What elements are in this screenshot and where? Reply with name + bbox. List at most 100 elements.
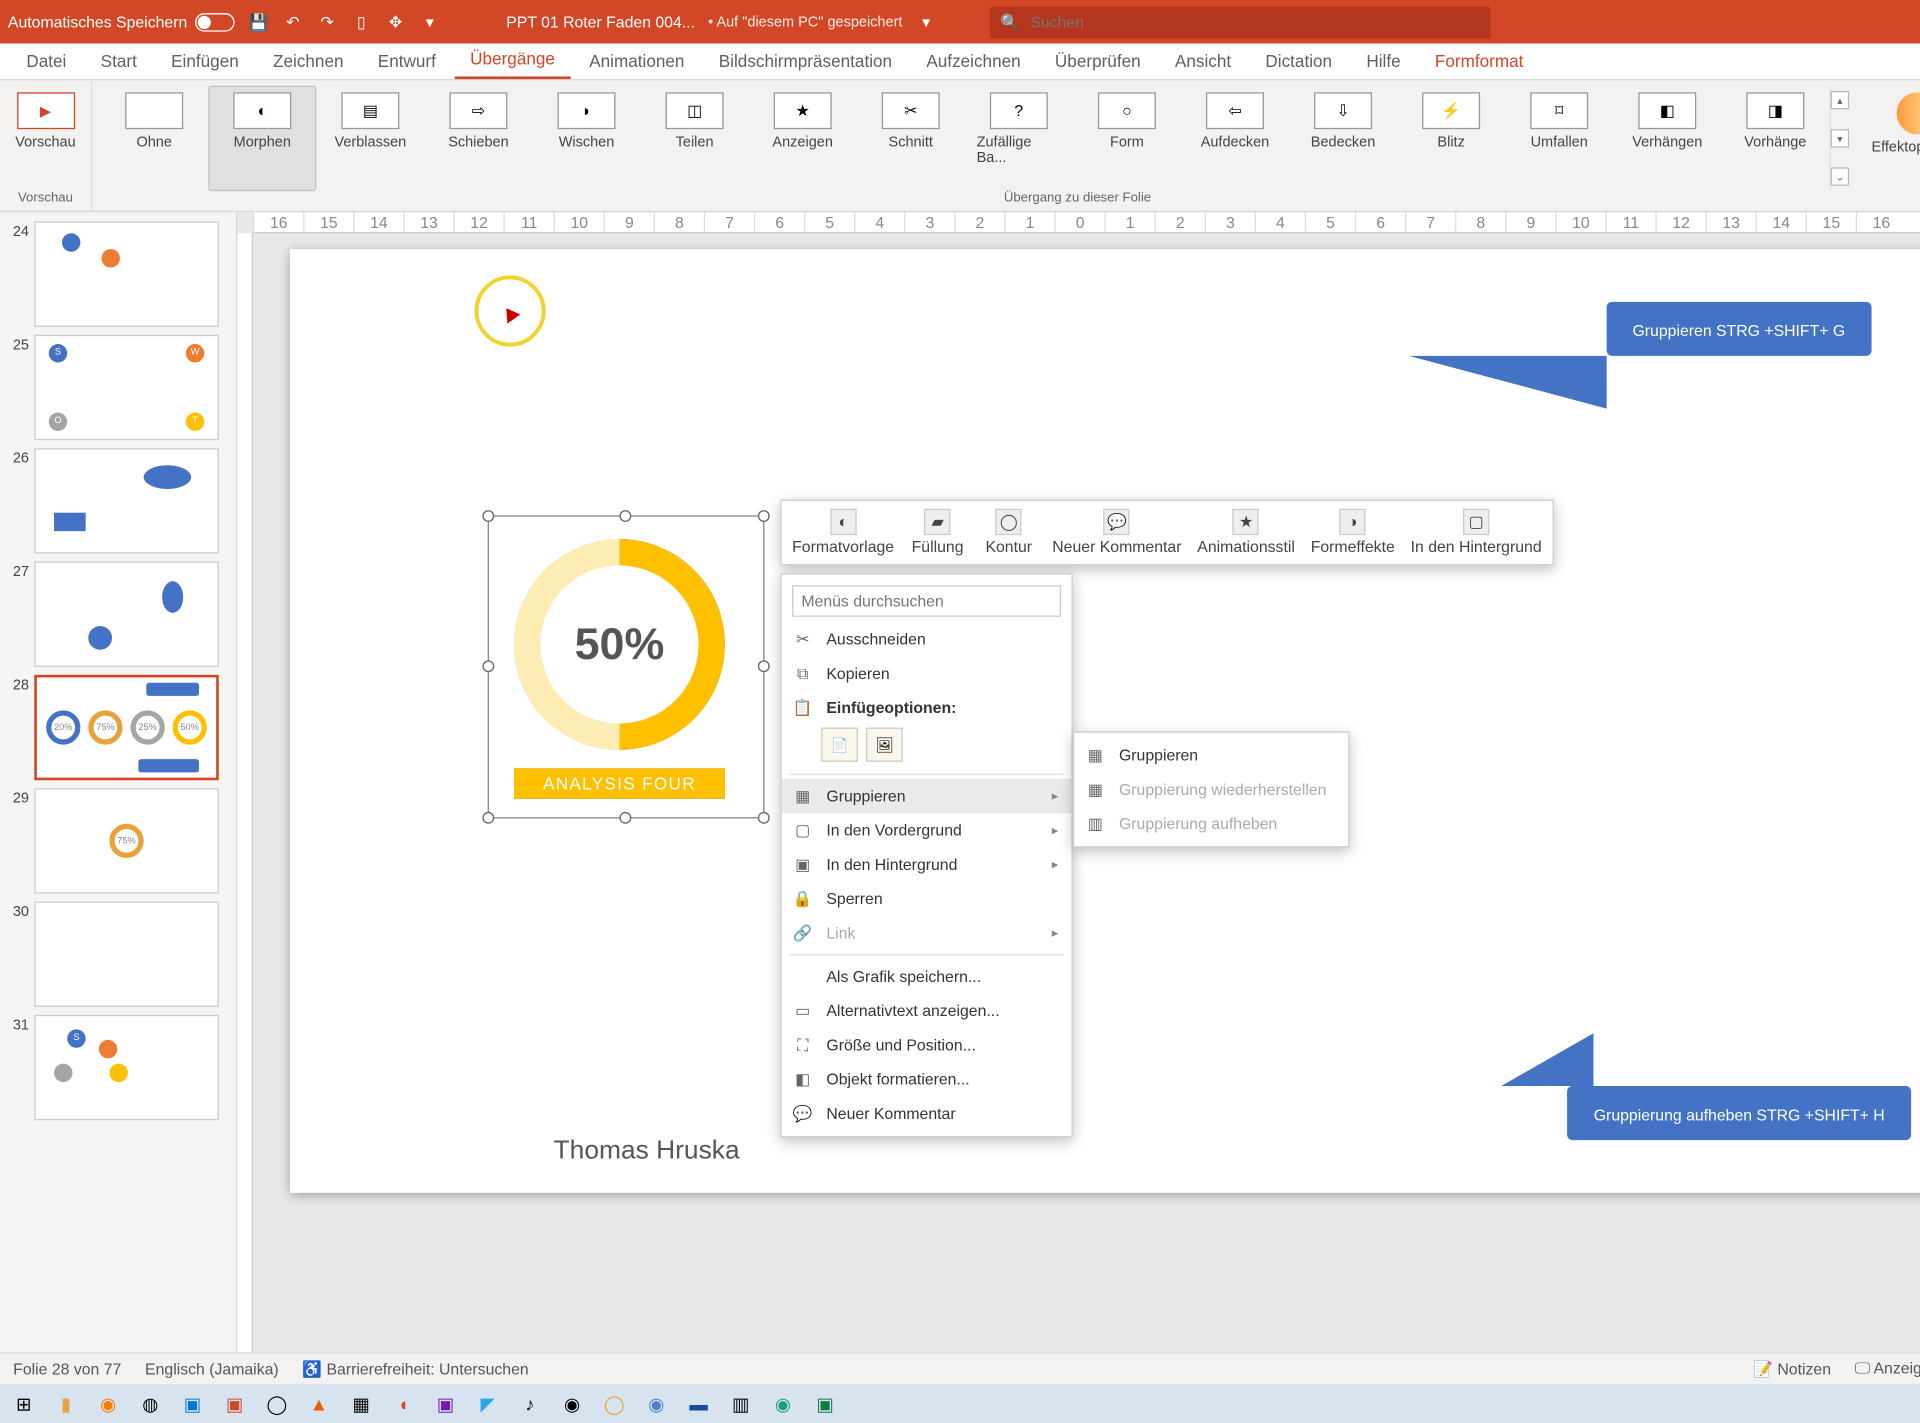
- transition-bedecken[interactable]: ⇩Bedecken: [1289, 86, 1397, 191]
- transition-anzeigen[interactable]: ★Anzeigen: [749, 86, 857, 191]
- ribbon-tab-überprüfen[interactable]: Überprüfen: [1039, 43, 1156, 79]
- app-icon[interactable]: ♪: [511, 1385, 548, 1422]
- ribbon-tab-animationen[interactable]: Animationen: [573, 43, 700, 79]
- app-icon[interactable]: ◯: [258, 1385, 295, 1422]
- ctx-send-back[interactable]: ▣In den Hintergrund▸: [782, 847, 1072, 881]
- slide-thumbnail-pane[interactable]: 2425SWOT26272820%75%25%50%2975%3031S: [0, 212, 237, 1352]
- ribbon-tab-ansicht[interactable]: Ansicht: [1159, 43, 1247, 79]
- excel-icon[interactable]: ▣: [807, 1385, 844, 1422]
- transition-form[interactable]: ○Form: [1073, 86, 1181, 191]
- ribbon-tab-entwurf[interactable]: Entwurf: [362, 43, 452, 79]
- windows-taskbar[interactable]: ⊞ ▮ ◉ ◍ ▣ ▣ ◯ ▲ ▦ ◖ ▣ ◤ ♪ ◉ ◯ ◉ ▬ ▥ ◉ ▣ …: [0, 1384, 1920, 1423]
- menu-search[interactable]: [792, 585, 1061, 617]
- touch-icon[interactable]: ✥: [385, 11, 406, 32]
- transition-schieben[interactable]: ⇨Schieben: [424, 86, 532, 191]
- transition-aufdecken[interactable]: ⇦Aufdecken: [1181, 86, 1289, 191]
- ctx-group[interactable]: ▦Gruppieren▸: [782, 779, 1072, 813]
- outlook-icon[interactable]: ▣: [174, 1385, 211, 1422]
- explorer-icon[interactable]: ▮: [47, 1385, 84, 1422]
- ribbon-tab-zeichnen[interactable]: Zeichnen: [257, 43, 359, 79]
- app-icon[interactable]: ▦: [343, 1385, 380, 1422]
- ctx-lock[interactable]: 🔒Sperren: [782, 882, 1072, 916]
- accessibility-check[interactable]: ♿ Barrierefreiheit: Untersuchen: [302, 1360, 528, 1378]
- app-icon[interactable]: ▥: [722, 1385, 759, 1422]
- autosave-toggle[interactable]: Automatisches Speichern: [8, 13, 235, 31]
- display-settings[interactable]: 🖵 Anzeigeeinstellungen: [1855, 1359, 1920, 1379]
- undo-icon[interactable]: ↶: [282, 11, 303, 32]
- group-submenu[interactable]: ▦Gruppieren ▦Gruppierung wiederherstelle…: [1073, 731, 1350, 847]
- app-icon[interactable]: ◉: [638, 1385, 675, 1422]
- ctx-new-comment[interactable]: 💬Neuer Kommentar: [782, 1097, 1072, 1131]
- app-icon[interactable]: ◖: [385, 1385, 422, 1422]
- redo-icon[interactable]: ↷: [316, 11, 337, 32]
- slide-canvas[interactable]: 1615141312111098765432101234567891011121…: [237, 212, 1920, 1352]
- transition-morphen[interactable]: ◐Morphen: [208, 86, 316, 191]
- save-icon[interactable]: 💾: [248, 11, 269, 32]
- app-icon[interactable]: ▬: [680, 1385, 717, 1422]
- ribbon-tab-start[interactable]: Start: [85, 43, 153, 79]
- transition-vorhänge[interactable]: ◨Vorhänge: [1721, 86, 1829, 191]
- mini-formeffekte[interactable]: ◑Formeffekte: [1303, 503, 1403, 561]
- slide-thumb-27[interactable]: [34, 561, 219, 666]
- transition-ohne[interactable]: Ohne: [100, 86, 208, 191]
- callout-group-shortcut[interactable]: Gruppieren STRG +SHIFT+ G: [1606, 302, 1871, 356]
- start-icon[interactable]: ⊞: [5, 1385, 42, 1422]
- paste-options[interactable]: 📄🖼: [782, 725, 1072, 770]
- ctx-copy[interactable]: ⧉Kopieren: [782, 656, 1072, 690]
- transition-umfallen[interactable]: ⌑Umfallen: [1505, 86, 1613, 191]
- transition-teilen[interactable]: ◫Teilen: [641, 86, 749, 191]
- ribbon-tab-bildschirmpräsentation[interactable]: Bildschirmpräsentation: [703, 43, 908, 79]
- vlc-icon[interactable]: ▲: [301, 1385, 338, 1422]
- ctx-save-as-picture[interactable]: Als Grafik speichern...: [782, 960, 1072, 994]
- transition-zufällige ba...[interactable]: ?Zufällige Ba...: [965, 86, 1073, 191]
- transition-wischen[interactable]: ◗Wischen: [532, 86, 640, 191]
- ctx-format-object[interactable]: ◧Objekt formatieren...: [782, 1062, 1072, 1096]
- telegram-icon[interactable]: ◤: [469, 1385, 506, 1422]
- slide-thumb-31[interactable]: S: [34, 1015, 219, 1120]
- firefox-icon[interactable]: ◉: [90, 1385, 127, 1422]
- ribbon-tab-dictation[interactable]: Dictation: [1250, 43, 1348, 79]
- slide-thumb-28[interactable]: 20%75%25%50%: [34, 675, 219, 780]
- mini-formatvorlage[interactable]: ◐Formatvorlage: [784, 503, 902, 561]
- mini-füllung[interactable]: ▰Füllung: [902, 503, 973, 561]
- slide-thumb-26[interactable]: [34, 448, 219, 553]
- ribbon-tab-einfügen[interactable]: Einfügen: [155, 43, 254, 79]
- mini-neuer-kommentar[interactable]: 💬Neuer Kommentar: [1044, 503, 1189, 561]
- search-field[interactable]: 🔍: [989, 6, 1490, 38]
- ribbon-tab-aufzeichnen[interactable]: Aufzeichnen: [911, 43, 1037, 79]
- qat-more-icon[interactable]: ▾: [419, 11, 440, 32]
- mini-in-den-hintergrund[interactable]: ▢In den Hintergrund: [1403, 503, 1550, 561]
- ctx-bring-front[interactable]: ▢In den Vordergrund▸: [782, 813, 1072, 847]
- effect-options-button[interactable]: Effektoptionen: [1858, 86, 1920, 191]
- chevron-down-icon[interactable]: ▾: [916, 11, 937, 32]
- language-indicator[interactable]: Englisch (Jamaika): [145, 1360, 279, 1378]
- gallery-scroll[interactable]: ▴▾⌄: [1829, 86, 1850, 191]
- ribbon-tab-datei[interactable]: Datei: [11, 43, 83, 79]
- search-input[interactable]: [1030, 13, 1479, 31]
- transition-blitz[interactable]: ⚡Blitz: [1397, 86, 1505, 191]
- mini-kontur[interactable]: ◯Kontur: [973, 503, 1044, 561]
- onenote-icon[interactable]: ▣: [427, 1385, 464, 1422]
- ribbon-tab-formformat[interactable]: Formformat: [1419, 43, 1539, 79]
- sub-group[interactable]: ▦Gruppieren: [1074, 738, 1348, 772]
- callout-ungroup-shortcut[interactable]: Gruppierung aufheben STRG +SHIFT+ H: [1567, 1086, 1911, 1140]
- app-icon[interactable]: ◯: [596, 1385, 633, 1422]
- mini-animationsstil[interactable]: ★Animationsstil: [1189, 503, 1302, 561]
- transition-verblassen[interactable]: ▤Verblassen: [316, 86, 424, 191]
- slide-thumb-25[interactable]: SWOT: [34, 335, 219, 440]
- ctx-size-position[interactable]: ⛶Größe und Position...: [782, 1028, 1072, 1062]
- preview-button[interactable]: ▶ Vorschau: [6, 86, 85, 157]
- context-menu[interactable]: ✂Ausschneiden ⧉Kopieren 📋Einfügeoptionen…: [780, 573, 1073, 1137]
- transition-schnitt[interactable]: ✂Schnitt: [857, 86, 965, 191]
- ctx-alt-text[interactable]: ▭Alternativtext anzeigen...: [782, 994, 1072, 1028]
- edge-icon[interactable]: ◉: [764, 1385, 801, 1422]
- from-beginning-icon[interactable]: ▯: [351, 11, 372, 32]
- slide-thumb-29[interactable]: 75%: [34, 788, 219, 893]
- ctx-cut[interactable]: ✂Ausschneiden: [782, 622, 1072, 656]
- mini-toolbar[interactable]: ◐Formatvorlage▰Füllung◯Kontur💬Neuer Komm…: [780, 500, 1553, 566]
- slide-thumb-30[interactable]: [34, 902, 219, 1007]
- transition-verhängen[interactable]: ◧Verhängen: [1613, 86, 1721, 191]
- slide-counter[interactable]: Folie 28 von 77: [13, 1360, 121, 1378]
- chrome-icon[interactable]: ◍: [132, 1385, 169, 1422]
- ribbon-tab-übergänge[interactable]: Übergänge: [454, 41, 570, 79]
